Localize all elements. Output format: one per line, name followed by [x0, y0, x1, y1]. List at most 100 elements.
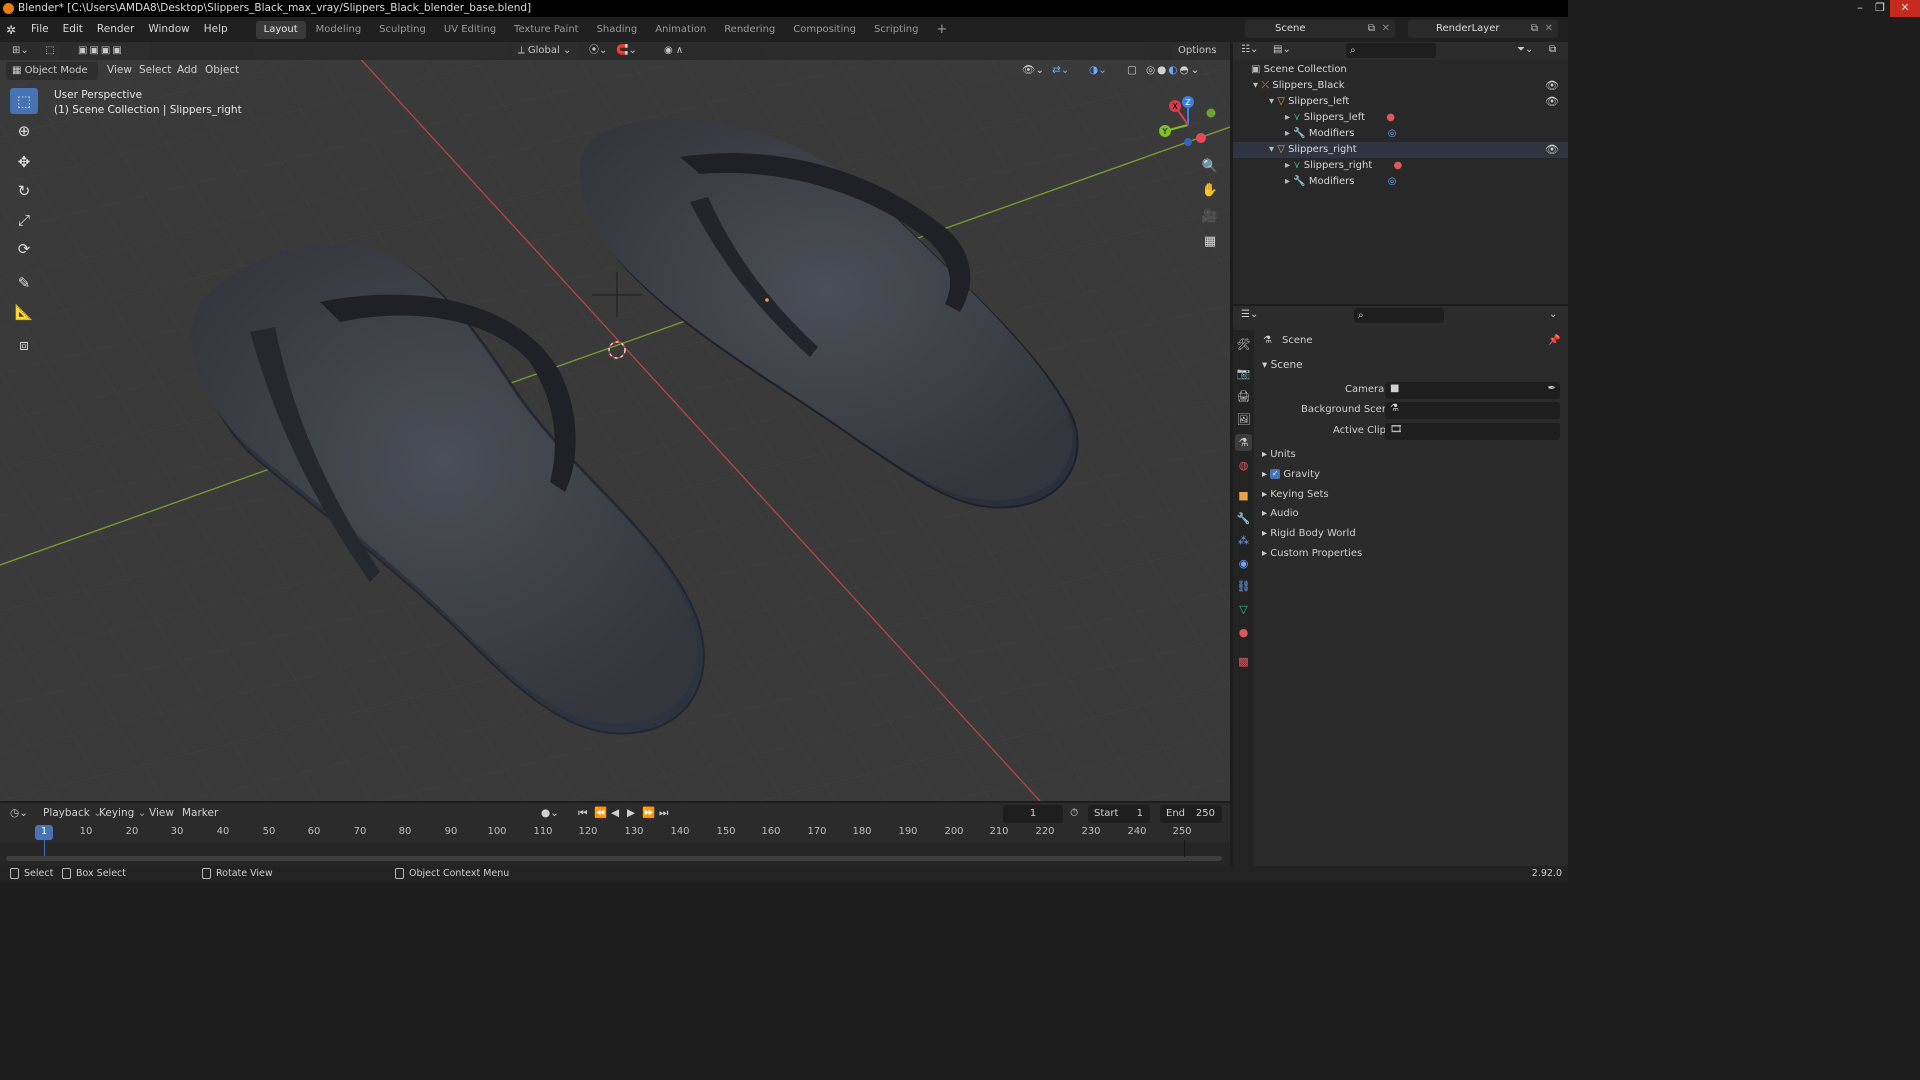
neg-y-axis-icon[interactable]	[1206, 108, 1216, 118]
timeline-editor-type-icon[interactable]: ◷⌄	[10, 803, 28, 823]
move-tool-icon[interactable]: ✥	[10, 149, 38, 175]
visibility-eye-icon[interactable]: 👁	[1545, 78, 1559, 94]
select-box-tool-icon[interactable]: ⬚	[10, 88, 38, 114]
timeline-scrollbar[interactable]	[6, 856, 1222, 861]
viewport-menu-object[interactable]: Object	[205, 60, 239, 80]
tab-compositing[interactable]: Compositing	[785, 21, 864, 39]
select-tool-icon[interactable]: ⬚	[40, 42, 60, 60]
play-reverse-icon[interactable]: ◀	[611, 803, 619, 823]
cursor-tool-icon[interactable]: ⊕	[10, 118, 38, 144]
annotate-tool-icon[interactable]: ✎	[10, 270, 38, 296]
camera-view-icon[interactable]: 🎥	[1199, 206, 1221, 228]
outliner-row-slippers-right[interactable]: ▾ ▽ Slippers_right 👁	[1233, 142, 1568, 158]
gravity-panel[interactable]: ▸ ✓ Gravity	[1262, 469, 1320, 480]
record-icon[interactable]: ●⌄	[541, 803, 559, 823]
rotate-tool-icon[interactable]: ↻	[10, 178, 38, 204]
material-tab-icon[interactable]: ●	[1235, 624, 1252, 641]
outliner-row-right-modifiers[interactable]: ▸ 🔧 Modifiers ◎	[1233, 174, 1568, 190]
visibility-eye-icon[interactable]: 👁	[1545, 94, 1559, 110]
xray-icon[interactable]: ▢	[1127, 60, 1137, 80]
menu-edit[interactable]: Edit	[56, 17, 90, 42]
tab-layout[interactable]: Layout	[255, 20, 306, 39]
visibility-icon[interactable]: 👁⌄	[1022, 60, 1044, 80]
texture-tab-icon[interactable]: ▩	[1235, 653, 1252, 670]
add-workspace-icon[interactable]: +	[928, 21, 955, 39]
jump-start-icon[interactable]: ⏮	[578, 803, 587, 823]
end-frame-field[interactable]: End 250	[1160, 805, 1222, 823]
close-icon[interactable]: ✕	[1890, 0, 1920, 17]
copy-layer-icon[interactable]: ⧉	[1531, 20, 1538, 38]
overlay-toggle-icon[interactable]: ◑⌄	[1089, 60, 1107, 80]
scene-tab-icon[interactable]: ⚗	[1235, 434, 1252, 451]
options-dropdown[interactable]: Options ⌄	[1172, 42, 1230, 74]
mode-dropdown[interactable]: ▦ Object Mode ⌄	[6, 62, 98, 94]
physics-tab-icon[interactable]: ◉	[1235, 555, 1252, 572]
view-layer-tab-icon[interactable]: 🖼	[1235, 411, 1252, 428]
menu-file[interactable]: File	[24, 17, 56, 42]
properties-search-input[interactable]: ⌕	[1354, 308, 1444, 323]
scale-tool-icon[interactable]: ⤢	[10, 207, 38, 233]
world-tab-icon[interactable]: ◍	[1235, 457, 1252, 474]
zoom-icon[interactable]: 🔍	[1199, 156, 1221, 178]
tab-rendering[interactable]: Rendering	[716, 21, 783, 39]
start-frame-field[interactable]: Start 1	[1088, 805, 1150, 823]
object-tab-icon[interactable]: ■	[1235, 487, 1252, 504]
active-clip-field[interactable]: 🎞	[1385, 423, 1560, 440]
menu-render[interactable]: Render	[90, 17, 141, 42]
maximize-icon[interactable]: ❐	[1870, 0, 1890, 17]
view-layer-selector[interactable]: RenderLayer ⧉ ✕	[1408, 20, 1558, 38]
tab-uv-editing[interactable]: UV Editing	[436, 21, 504, 39]
tool-tab-icon[interactable]: 🛠	[1235, 336, 1252, 353]
transform-tool-icon[interactable]: ⟳	[10, 236, 38, 262]
snap-icon[interactable]: 🧲⌄	[610, 42, 643, 60]
pin-icon[interactable]: 📌	[1548, 335, 1560, 346]
units-panel[interactable]: ▸ Units	[1262, 449, 1296, 460]
minimize-icon[interactable]: –	[1850, 0, 1870, 17]
new-collection-icon[interactable]: ⧉	[1549, 44, 1556, 55]
prev-keyframe-icon[interactable]: ⏪	[594, 803, 607, 823]
tab-texture-paint[interactable]: Texture Paint	[506, 21, 587, 39]
constraints-tab-icon[interactable]: ⛓	[1235, 578, 1252, 595]
neg-x-axis-icon[interactable]	[1196, 133, 1206, 143]
properties-editor-type-icon[interactable]: ☰⌄	[1241, 309, 1258, 320]
scene-section-header[interactable]: ▾ Scene	[1262, 359, 1303, 371]
add-cube-tool-icon[interactable]: ⧈	[10, 332, 38, 358]
current-frame-field[interactable]: 1	[1003, 805, 1063, 823]
scene-selector[interactable]: Scene ⧉ ✕	[1245, 20, 1395, 38]
copy-scene-icon[interactable]: ⧉	[1368, 20, 1375, 38]
neg-z-axis-icon[interactable]	[1184, 138, 1192, 146]
measure-tool-icon[interactable]: 📐	[10, 299, 38, 325]
camera-field[interactable]: ■ ✒	[1385, 382, 1560, 399]
proportional-editing-icon[interactable]: ◉ ∧	[658, 42, 689, 60]
transform-orientation-dropdown[interactable]: ⟂ Global ⌄	[512, 42, 578, 60]
custom-properties-panel[interactable]: ▸ Custom Properties	[1262, 548, 1362, 559]
editor-type-button[interactable]: ⊞⌄	[6, 42, 35, 60]
filter-icon[interactable]: ⏷⌄	[1517, 44, 1533, 55]
eyedropper-icon[interactable]: ✒	[1548, 383, 1556, 394]
timeline-menu-playback[interactable]: Playback	[43, 803, 102, 823]
remove-scene-icon[interactable]: ✕	[1382, 20, 1390, 38]
outliner-row-slippers-black[interactable]: ▾ ⤫ Slippers_Black 👁	[1233, 78, 1568, 94]
pivot-point-icon[interactable]: ⦿⌄	[583, 42, 613, 60]
3d-viewport[interactable]	[0, 42, 1230, 801]
outliner-row-left-modifiers[interactable]: ▸ 🔧 Modifiers ◎	[1233, 126, 1568, 142]
visibility-eye-icon[interactable]: 👁	[1545, 142, 1559, 158]
menu-help[interactable]: Help	[197, 17, 235, 42]
tab-shading[interactable]: Shading	[589, 21, 646, 39]
shading-modes[interactable]: ◎●◐◓⌄	[1146, 60, 1201, 80]
render-tab-icon[interactable]: 📷	[1235, 365, 1252, 382]
data-tab-icon[interactable]: ▽	[1235, 601, 1252, 618]
remove-layer-icon[interactable]: ✕	[1545, 20, 1553, 38]
background-scene-field[interactable]: ⚗	[1385, 402, 1560, 419]
pan-hand-icon[interactable]: ✋	[1199, 180, 1221, 202]
orthographic-toggle-icon[interactable]: ▦	[1199, 231, 1221, 253]
timeline-menu-keying[interactable]: Keying	[99, 803, 146, 823]
particles-tab-icon[interactable]: ⁂	[1235, 532, 1252, 549]
jump-end-icon[interactable]: ⏭	[659, 803, 668, 823]
outliner-row-slippers-left[interactable]: ▾ ▽ Slippers_left 👁	[1233, 94, 1568, 110]
outliner-row-slippers-right-mesh[interactable]: ▸ ⋎ Slippers_right ●	[1233, 158, 1568, 174]
tab-modeling[interactable]: Modeling	[308, 21, 370, 39]
outliner-row-scene-collection[interactable]: ▣ Scene Collection	[1233, 62, 1568, 78]
outliner-editor-type-icon[interactable]: ☷⌄	[1241, 44, 1258, 55]
audio-panel[interactable]: ▸ Audio	[1262, 508, 1299, 519]
